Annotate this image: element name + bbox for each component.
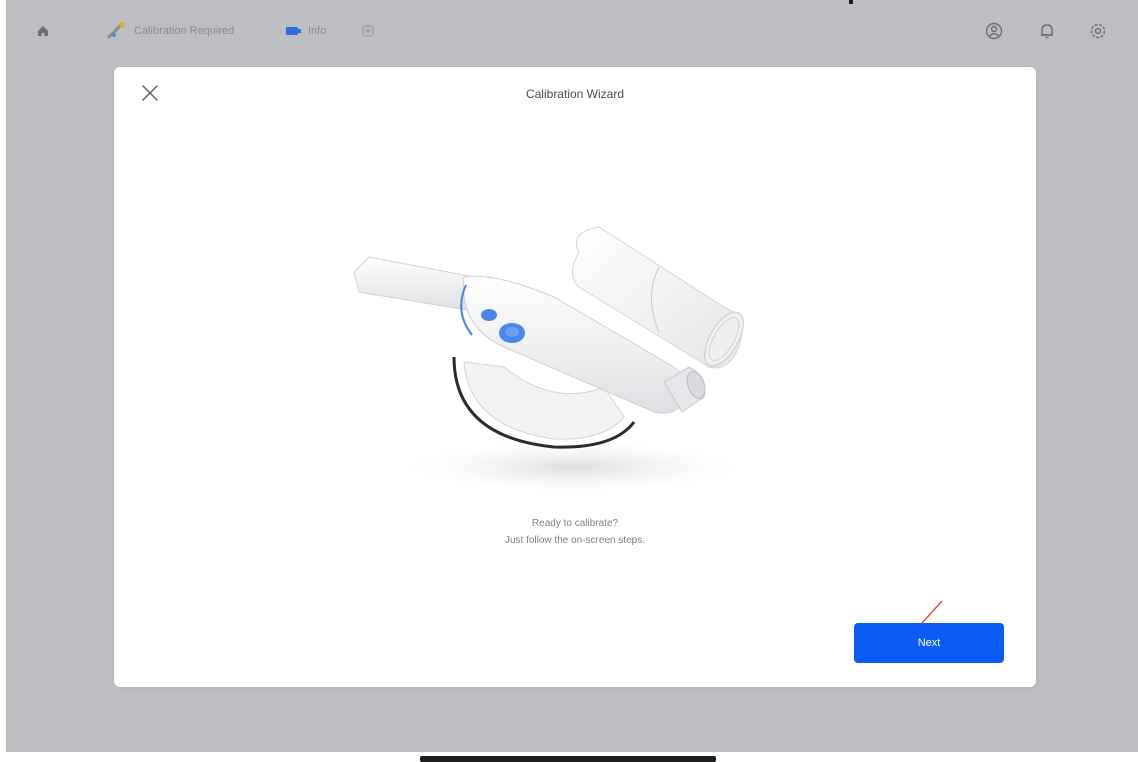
pointer-mark (921, 600, 943, 624)
gear-icon[interactable] (1088, 20, 1108, 42)
calibration-wizard-dialog: Calibration Wizard Ready to calibrate? J… (114, 67, 1036, 687)
scanner-illustration (353, 217, 774, 517)
dialog-header: Calibration Wizard (114, 67, 1036, 119)
top-status-bar: Calibration Required Info (6, 0, 1138, 62)
wifi-icon (286, 27, 301, 35)
next-button[interactable]: Next (854, 623, 1004, 663)
message-line-2: Just follow the on-screen steps. (504, 535, 646, 546)
home-icon[interactable] (36, 20, 50, 42)
info-icon[interactable] (361, 20, 375, 42)
bell-icon[interactable] (1038, 20, 1056, 42)
wifi-status-label: Info (308, 25, 327, 37)
dialog-title: Calibration Wizard (525, 87, 625, 101)
message-line-1: Ready to calibrate? (531, 518, 619, 529)
user-icon[interactable] (984, 20, 1004, 42)
dialog-message: Ready to calibrate? Just follow the on-s… (114, 515, 1036, 549)
home-indicator[interactable] (420, 756, 716, 762)
app-screen: Calibration Required Info Calibration Wi… (6, 0, 1138, 752)
calibration-status[interactable]: Calibration Required (106, 20, 234, 42)
wifi-status[interactable]: Info (286, 20, 326, 42)
scanner-icon (107, 22, 125, 39)
calibration-status-label: Calibration Required (134, 25, 235, 37)
